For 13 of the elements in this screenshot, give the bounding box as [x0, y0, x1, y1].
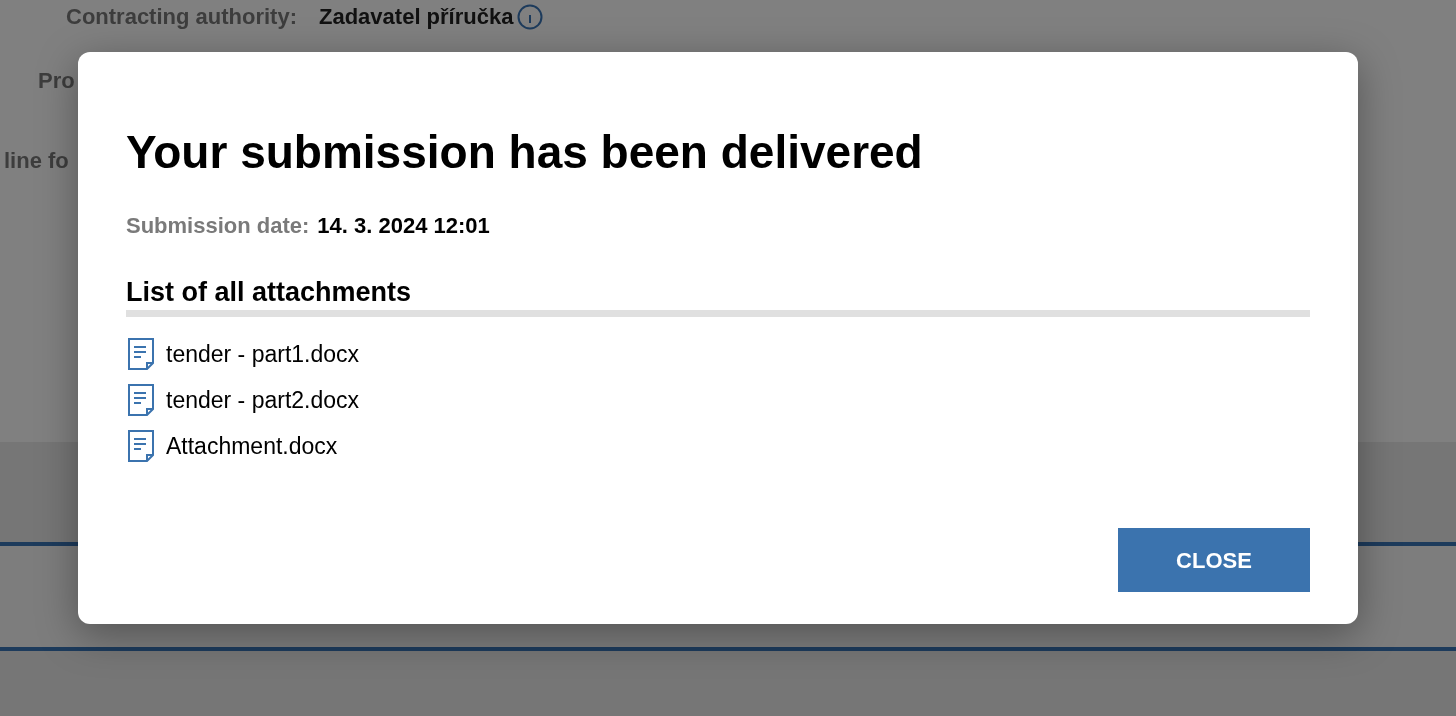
field-value: Zadavatel příručka — [319, 3, 514, 31]
attachment-link[interactable]: tender - part1.docx — [166, 337, 360, 372]
attachment-link[interactable]: tender - part2.docx — [166, 383, 360, 418]
info-icon[interactable] — [517, 3, 544, 30]
attachment-link[interactable]: Attachment.docx — [166, 429, 338, 464]
date-label: Submission date: — [126, 211, 310, 240]
field-label: Pro — [38, 68, 75, 93]
field-label: line fo — [4, 148, 69, 173]
section-heading: List of all attachments — [126, 275, 413, 309]
close-button[interactable]: CLOSE — [1118, 528, 1310, 592]
field-label: Contracting authority: — [66, 3, 297, 31]
dialog-title: Your submission has been delivered — [126, 126, 924, 179]
date-value: 14. 3. 2024 12:01 — [317, 211, 490, 240]
